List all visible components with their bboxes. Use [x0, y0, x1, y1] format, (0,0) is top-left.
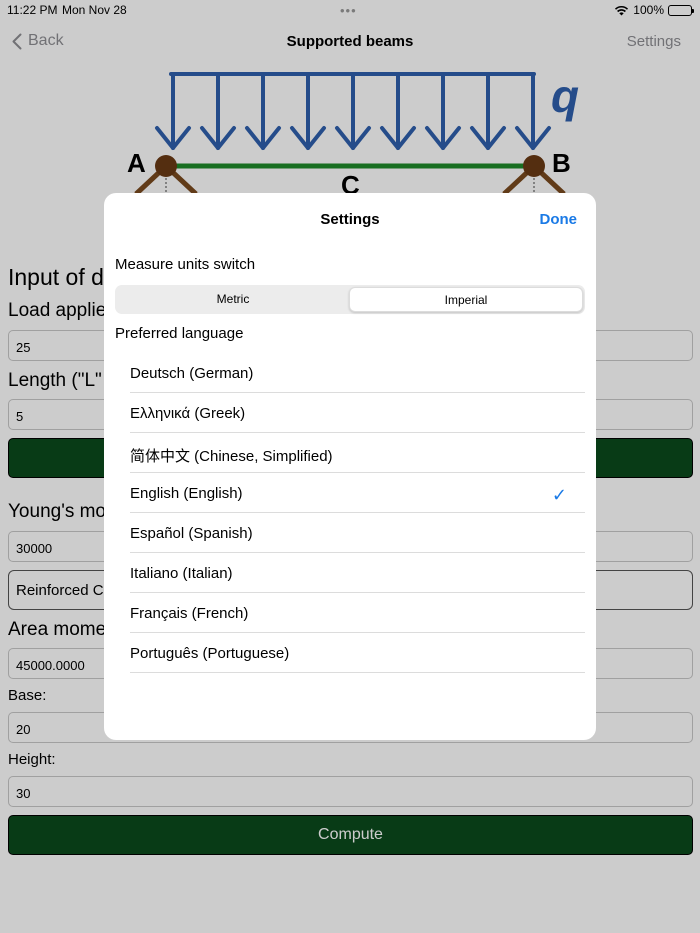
language-item-greek[interactable]: Ελληνικά (Greek) — [130, 393, 585, 433]
language-list: Deutsch (German) Ελληνικά (Greek) 简体中文 (… — [130, 353, 585, 673]
units-segmented-control: Metric Imperial — [115, 285, 585, 314]
language-item-german[interactable]: Deutsch (German) — [130, 353, 585, 393]
language-item-spanish[interactable]: Español (Spanish) — [130, 513, 585, 553]
sheet-title: Settings — [320, 211, 380, 228]
language-label-text: Ελληνικά (Greek) — [130, 405, 246, 422]
language-label-text: Deutsch (German) — [130, 365, 254, 382]
language-item-french[interactable]: Français (French) — [130, 593, 585, 633]
language-label: Preferred language — [115, 325, 244, 342]
language-label-text: Português (Portuguese) — [130, 645, 290, 662]
segment-metric[interactable]: Metric — [117, 287, 349, 312]
language-label-text: 简体中文 (Chinese, Simplified) — [130, 448, 333, 465]
language-item-chinese[interactable]: 简体中文 (Chinese, Simplified) — [130, 433, 585, 473]
language-label-text: Español (Spanish) — [130, 525, 253, 542]
segment-imperial[interactable]: Imperial — [349, 287, 583, 312]
language-label-text: Français (French) — [130, 605, 249, 622]
language-label-text: Italiano (Italian) — [130, 565, 233, 582]
language-item-portuguese[interactable]: Português (Portuguese) — [130, 633, 585, 673]
units-label: Measure units switch — [115, 256, 256, 273]
checkmark-icon: ✓ — [551, 485, 567, 505]
language-label-text: English (English) — [130, 485, 243, 502]
language-item-english[interactable]: English (English) ✓ — [130, 473, 585, 513]
language-item-italian[interactable]: Italiano (Italian) — [130, 553, 585, 593]
done-button[interactable]: Done — [540, 211, 578, 228]
settings-sheet: Settings Done Measure units switch Metri… — [104, 193, 596, 740]
